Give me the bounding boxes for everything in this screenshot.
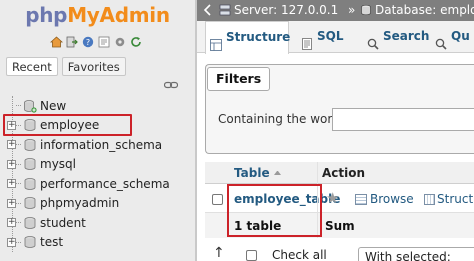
table-column-header[interactable]: Table	[234, 166, 270, 180]
table-count: 1 table	[234, 219, 282, 233]
link-with-main-panel-icon[interactable]	[163, 81, 179, 91]
tab-query[interactable]: Qu	[431, 21, 470, 53]
check-all-checkbox[interactable]	[246, 250, 257, 261]
tree-connector	[16, 163, 21, 165]
navigation-panel: phpMyAdmin ? Recent Favorites New + empl…	[0, 0, 195, 261]
toggle-nav-icon[interactable]	[203, 0, 213, 21]
structure-link[interactable]: Structure	[437, 192, 474, 206]
table-row: employee_table ★ Browse Structure	[205, 184, 474, 212]
database-icon	[23, 157, 37, 171]
filter-input[interactable]	[332, 108, 474, 131]
tree-item-label: mysql	[40, 157, 76, 172]
recent-tab[interactable]: Recent	[6, 57, 58, 76]
breadcrumb: Server: 127.0.0.1 » Database: employee	[197, 0, 474, 21]
summary-row: 1 table Sum	[205, 212, 474, 238]
tree-connector	[16, 202, 21, 204]
expand-test-icon[interactable]: +	[7, 237, 16, 247]
breadcrumb-server[interactable]: Server: 127.0.0.1	[234, 0, 338, 21]
arrow-up-icon: ↑	[213, 245, 225, 261]
tree-item-label: test	[40, 235, 64, 250]
database-icon	[23, 118, 37, 132]
database-icon	[23, 196, 37, 210]
favorite-star-icon[interactable]: ★	[326, 191, 339, 206]
tree-item-test[interactable]: + test	[0, 233, 195, 253]
database-icon	[23, 138, 37, 152]
structure-action-icon[interactable]	[424, 194, 435, 205]
database-icon	[360, 0, 372, 21]
tree-item-employee[interactable]: + employee	[0, 116, 195, 136]
tree-connector	[16, 124, 21, 126]
tab-structure[interactable]: Structure	[205, 21, 290, 54]
main-tabs: Structure SQL Search Qu	[197, 21, 474, 54]
sort-ascending-icon[interactable]	[274, 171, 281, 175]
database-icon	[23, 177, 37, 191]
filters-legend: Filters	[207, 67, 271, 91]
tree-connector	[16, 144, 21, 146]
expand-employee-icon[interactable]: +	[7, 120, 16, 130]
tree-item-new[interactable]: New	[0, 96, 195, 116]
check-all-label[interactable]: Check all	[272, 248, 327, 261]
tree-item-mysql[interactable]: + mysql	[0, 155, 195, 175]
query-icon	[435, 31, 447, 50]
tree-item-label: performance_schema	[40, 176, 170, 191]
tab-search[interactable]: Search	[363, 21, 429, 53]
database-icon	[23, 235, 37, 249]
tree-connector	[16, 222, 21, 224]
nav-toolbar: ?	[49, 35, 143, 49]
svg-text:?: ?	[86, 38, 90, 47]
logout-icon[interactable]	[65, 35, 79, 49]
tab-sql[interactable]: SQL	[297, 21, 344, 53]
docs-icon[interactable]: ?	[81, 35, 95, 49]
tree-item-label: information_schema	[40, 137, 163, 152]
favorites-tab[interactable]: Favorites	[61, 57, 126, 76]
tree-connector	[16, 241, 21, 243]
tree-item-label: phpmyadmin	[40, 196, 120, 211]
column-divider	[317, 162, 318, 238]
home-icon[interactable]	[49, 35, 63, 49]
database-icon	[23, 216, 37, 230]
sql-icon	[301, 31, 313, 50]
reload-icon[interactable]	[129, 35, 143, 49]
expand-information-schema-icon[interactable]: +	[7, 140, 16, 150]
summary-action: Sum	[325, 219, 355, 233]
breadcrumb-separator: »	[348, 3, 356, 17]
tree-item-student[interactable]: + student	[0, 213, 195, 233]
browse-link[interactable]: Browse	[370, 192, 414, 206]
structure-icon	[210, 32, 222, 51]
nav-tabs: Recent Favorites	[6, 57, 126, 76]
browse-icon[interactable]	[355, 194, 367, 205]
tables-list: Table Action employee_table ★ Browse Str…	[205, 162, 474, 238]
table-name-link[interactable]: employee_table	[234, 192, 340, 206]
tree-item-label: New	[40, 98, 67, 113]
tree-item-phpmyadmin[interactable]: + phpmyadmin	[0, 194, 195, 214]
tree-item-label: student	[40, 215, 86, 230]
search-icon	[367, 31, 379, 50]
tree-connector	[16, 105, 21, 107]
bulk-actions-bar: ↑ Check all With selected:	[197, 242, 474, 261]
row-checkbox[interactable]	[212, 194, 223, 205]
settings-icon[interactable]	[113, 35, 127, 49]
sql-docs-icon[interactable]	[97, 35, 111, 49]
expand-student-icon[interactable]: +	[7, 218, 16, 228]
expand-phpmyadmin-icon[interactable]: +	[7, 198, 16, 208]
table-header-row: Table Action	[205, 162, 474, 184]
tree-item-information-schema[interactable]: + information_schema	[0, 135, 195, 155]
breadcrumb-database[interactable]: Database: employee	[375, 0, 474, 21]
action-column-header: Action	[322, 166, 366, 180]
tree-item-performance-schema[interactable]: + performance_schema	[0, 174, 195, 194]
expand-performance-schema-icon[interactable]: +	[7, 179, 16, 189]
phpmyadmin-logo[interactable]: phpMyAdmin	[0, 3, 195, 27]
server-icon	[219, 0, 231, 21]
with-selected-dropdown[interactable]: With selected:	[358, 247, 474, 261]
tree-connector	[16, 183, 21, 185]
database-tree: New + employee + information_schema + my…	[0, 96, 195, 252]
expand-mysql-icon[interactable]: +	[7, 159, 16, 169]
tree-item-label: employee	[40, 118, 100, 133]
filter-label: Containing the word:	[218, 112, 344, 126]
new-database-icon	[23, 99, 37, 113]
